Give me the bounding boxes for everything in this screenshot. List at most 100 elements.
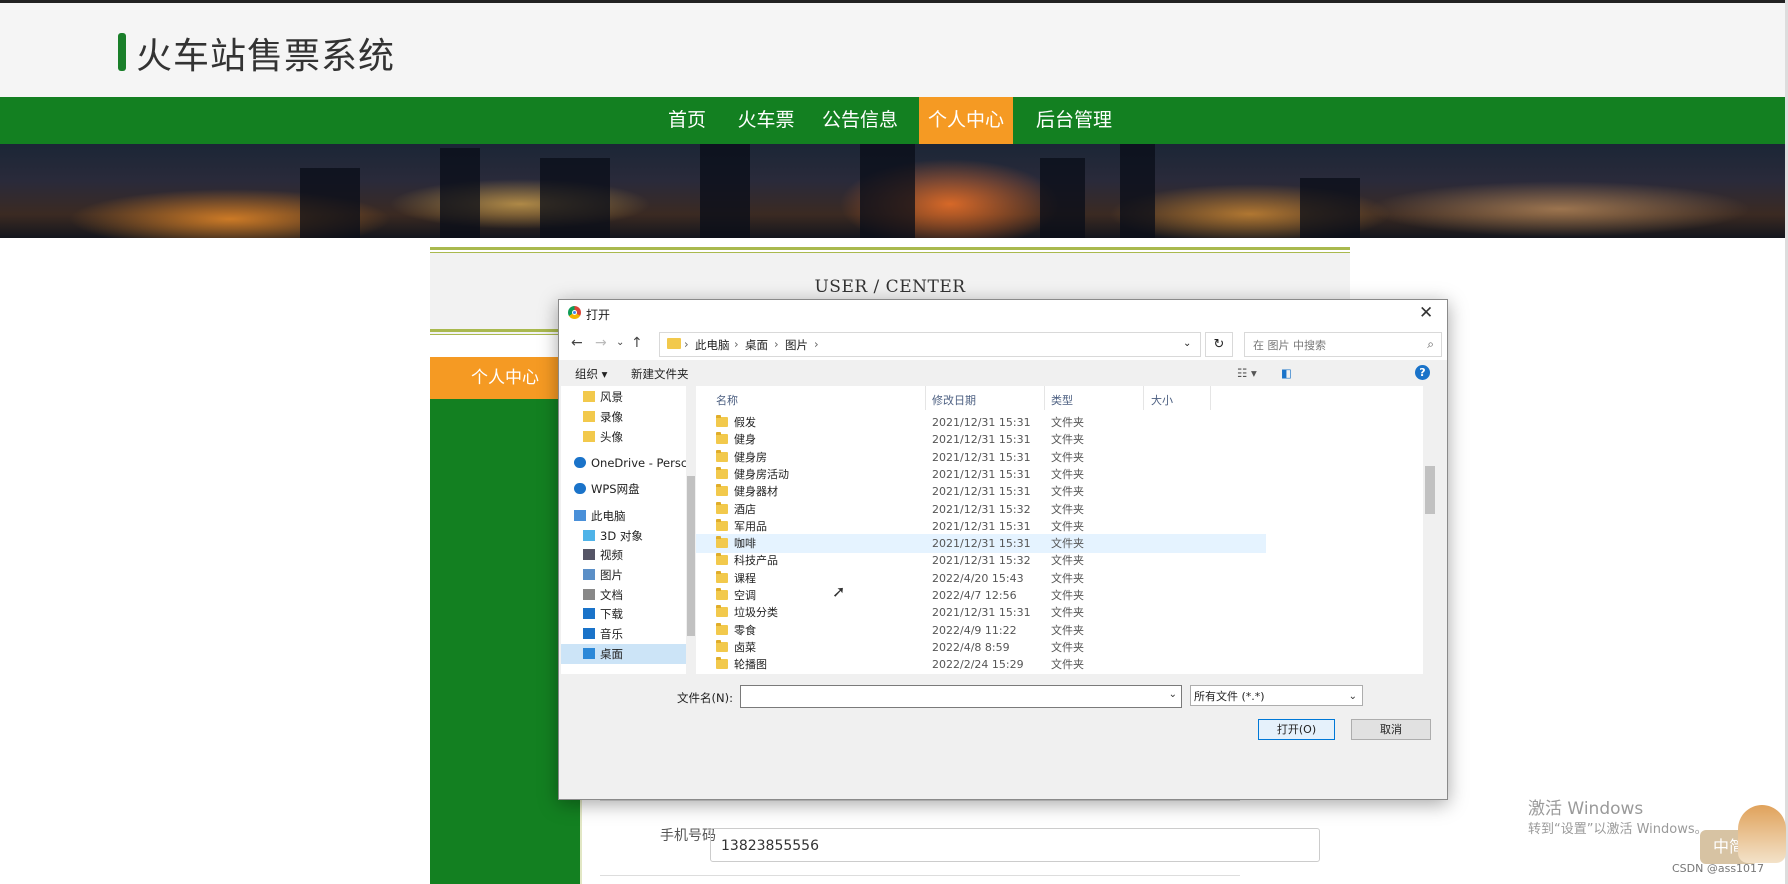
nav-home[interactable]: 首页 xyxy=(655,97,719,144)
column-separator[interactable] xyxy=(925,386,926,410)
nav-train-tickets[interactable]: 火车票 xyxy=(729,97,803,144)
file-type: 文件夹 xyxy=(1051,623,1084,637)
file-row[interactable]: 科技产品 2021/12/31 15:32 文件夹 xyxy=(696,551,1266,570)
file-date: 2022/4/7 12:56 xyxy=(932,589,1017,602)
address-bar[interactable]: › 此电脑 › 桌面 › 图片 › ⌄ xyxy=(659,332,1201,357)
chevron-down-icon[interactable]: ⌄ xyxy=(1169,689,1177,700)
search-input[interactable]: 在 图片 中搜索 ⌕ xyxy=(1244,332,1442,357)
nav-pane-item[interactable]: 风景 xyxy=(561,387,686,407)
nav-pane-item[interactable]: 文档 xyxy=(561,585,686,605)
filetype-select[interactable]: 所有文件 (*.*) ⌄ xyxy=(1190,685,1363,706)
help-icon[interactable]: ? xyxy=(1415,365,1430,380)
file-list-scrollbar[interactable] xyxy=(1423,386,1437,674)
nav-pane-item[interactable]: 图片 xyxy=(561,565,686,585)
column-separator[interactable] xyxy=(1143,386,1144,410)
file-name: 健身房 xyxy=(734,450,767,464)
forward-arrow-icon[interactable]: → xyxy=(595,335,607,351)
nav-pane-item[interactable]: WPS网盘 xyxy=(561,479,686,499)
column-separator[interactable] xyxy=(1044,386,1045,410)
up-arrow-icon[interactable]: ↑ xyxy=(631,335,643,351)
file-row[interactable]: 课程 2022/4/20 15:43 文件夹 xyxy=(696,569,1266,588)
column-name[interactable]: 名称 xyxy=(716,392,738,408)
file-row[interactable]: 假发 2021/12/31 15:31 文件夹 xyxy=(696,413,1266,432)
cloud-icon xyxy=(574,483,586,494)
file-row[interactable]: 军用品 2021/12/31 15:31 文件夹 xyxy=(696,517,1266,536)
scrollbar-thumb[interactable] xyxy=(1425,466,1435,514)
csdn-watermark: CSDN @ass1017 xyxy=(1672,862,1765,875)
file-row[interactable]: 健身器材 2021/12/31 15:31 文件夹 xyxy=(696,482,1266,501)
back-arrow-icon[interactable]: ← xyxy=(571,335,583,351)
open-button[interactable]: 打开(O) xyxy=(1258,719,1335,740)
close-icon[interactable]: ✕ xyxy=(1419,303,1433,323)
file-row[interactable]: 咖啡 2021/12/31 15:31 文件夹 xyxy=(696,534,1266,554)
nav-user-center[interactable]: 个人中心 xyxy=(919,97,1013,144)
nav-pane-item-label: 录像 xyxy=(600,410,623,424)
folder-icon xyxy=(716,639,728,652)
nav-pane-scrollbar[interactable] xyxy=(686,386,696,674)
form-row-divider xyxy=(600,875,1240,876)
column-size[interactable]: 大小 xyxy=(1151,392,1173,408)
column-separator[interactable] xyxy=(1210,386,1211,410)
nav-pane-item-label: 3D 对象 xyxy=(600,529,643,543)
file-row[interactable]: 零食 2022/4/9 11:22 文件夹 xyxy=(696,621,1266,640)
chevron-right-icon: › xyxy=(684,337,689,351)
file-name: 轮播图 xyxy=(734,658,767,672)
nav-pane-item[interactable]: 桌面 xyxy=(561,644,686,664)
file-date: 2021/12/31 15:32 xyxy=(932,502,1031,516)
nav-admin[interactable]: 后台管理 xyxy=(1027,97,1121,144)
file-type: 文件夹 xyxy=(1051,485,1084,499)
file-date: 2021/12/31 15:31 xyxy=(932,537,1031,551)
file-row[interactable]: 轮播图 2022/2/24 15:29 文件夹 xyxy=(696,655,1266,674)
nav-pane-item[interactable]: 下载 xyxy=(561,604,686,624)
file-name: 健身房活动 xyxy=(734,467,789,481)
view-options-icon[interactable]: ☷ ▾ xyxy=(1237,366,1257,380)
file-row[interactable]: 酒店 2021/12/31 15:32 文件夹 xyxy=(696,500,1266,519)
chrome-icon xyxy=(568,306,581,319)
refresh-icon[interactable]: ↻ xyxy=(1205,332,1233,357)
file-row[interactable]: 健身房活动 2021/12/31 15:31 文件夹 xyxy=(696,465,1266,484)
file-type: 文件夹 xyxy=(1051,658,1084,672)
file-date: 2022/4/9 11:22 xyxy=(932,623,1017,637)
breadcrumb-pictures[interactable]: 图片 xyxy=(785,337,808,353)
breadcrumb-this-pc[interactable]: 此电脑 xyxy=(695,337,730,353)
nav-pane-item[interactable]: 视频 xyxy=(561,545,686,565)
file-row[interactable]: 卤菜 2022/4/8 8:59 文件夹 xyxy=(696,638,1266,657)
folder-icon xyxy=(583,431,595,442)
nav-pane-item[interactable]: 3D 对象 xyxy=(561,526,686,546)
column-date[interactable]: 修改日期 xyxy=(932,392,976,408)
column-type[interactable]: 类型 xyxy=(1051,392,1073,408)
file-open-dialog: 打开 ✕ ← → ⌄ ↑ › 此电脑 › 桌面 › 图片 › ⌄ ↻ 在 图片 … xyxy=(558,299,1448,800)
nav-pane-item-label: 此电脑 xyxy=(591,509,626,523)
cancel-button[interactable]: 取消 xyxy=(1351,719,1431,740)
file-name: 空调 xyxy=(734,589,756,602)
nav-pane-item-label: 视频 xyxy=(600,548,623,562)
document-icon xyxy=(583,589,595,600)
nav-pane-item[interactable]: 音乐 xyxy=(561,624,686,644)
folder-icon xyxy=(716,501,728,514)
file-row[interactable]: 垃圾分类 2021/12/31 15:31 文件夹 xyxy=(696,603,1266,622)
nav-pane-item[interactable]: 此电脑 xyxy=(561,506,686,526)
file-date: 2022/4/8 8:59 xyxy=(932,640,1010,654)
file-row[interactable]: 健身 2021/12/31 15:31 文件夹 xyxy=(696,430,1266,449)
file-row[interactable]: 空调 2022/4/7 12:56 文件夹 xyxy=(696,586,1266,605)
folder-icon xyxy=(716,518,728,531)
recent-dropdown-icon[interactable]: ⌄ xyxy=(616,337,624,348)
nav-pane-item[interactable]: 头像 xyxy=(561,427,686,447)
organize-button[interactable]: 组织 ▾ xyxy=(575,366,607,382)
file-row[interactable]: 健身房 2021/12/31 15:31 文件夹 xyxy=(696,448,1266,467)
scrollbar-thumb[interactable] xyxy=(687,476,695,636)
nav-pane-item-label: 风景 xyxy=(600,390,623,404)
chevron-right-icon: › xyxy=(774,337,779,351)
new-folder-button[interactable]: 新建文件夹 xyxy=(631,366,689,382)
nav-announcements[interactable]: 公告信息 xyxy=(815,97,905,144)
phone-input[interactable]: 13823855556 xyxy=(710,828,1320,862)
filetype-value: 所有文件 (*.*) xyxy=(1194,690,1265,703)
nav-pane-item[interactable]: OneDrive - Persc xyxy=(561,453,686,473)
file-type: 文件夹 xyxy=(1051,450,1084,464)
filename-input[interactable]: ⌄ xyxy=(740,685,1182,708)
download-icon xyxy=(583,608,595,619)
nav-pane-item[interactable]: 录像 xyxy=(561,407,686,427)
preview-pane-icon[interactable]: ◧ xyxy=(1281,366,1292,380)
breadcrumb-desktop[interactable]: 桌面 xyxy=(745,337,768,353)
chevron-down-icon[interactable]: ⌄ xyxy=(1183,338,1191,349)
